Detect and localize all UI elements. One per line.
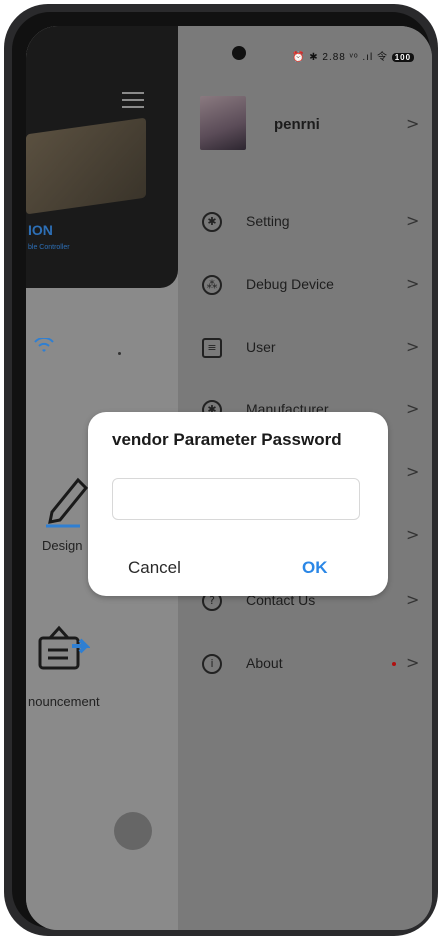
status-dot xyxy=(118,352,121,355)
screen: ION ble Controller Design nouncement ⏰ ✱… xyxy=(26,26,432,930)
ok-button[interactable]: OK xyxy=(302,558,328,578)
announcement-icon[interactable] xyxy=(36,624,91,672)
phone-bezel: ION ble Controller Design nouncement ⏰ ✱… xyxy=(12,12,432,930)
drawer-item-label: About xyxy=(246,655,283,671)
drawer-item-debug-device[interactable]: ⁂ Debug Device > xyxy=(202,274,419,305)
main-app-header: ION ble Controller xyxy=(26,26,178,288)
user-icon: ≡ xyxy=(202,338,222,358)
gear-icon: ✱ xyxy=(202,212,222,232)
password-dialog: vendor Parameter Password Cancel OK xyxy=(88,412,388,596)
chevron-right-icon: > xyxy=(406,337,420,356)
notification-dot xyxy=(392,662,396,666)
chevron-right-icon: > xyxy=(406,462,420,481)
header-image xyxy=(26,117,146,215)
drawer-item-label: User xyxy=(246,339,276,355)
status-icons: ⏰ ✱ 2.88 ᵛᵒ .ıl 令 xyxy=(292,52,388,63)
password-input[interactable] xyxy=(112,478,360,520)
status-bar: ⏰ ✱ 2.88 ᵛᵒ .ıl 令 100 xyxy=(292,48,415,63)
chevron-right-icon: > xyxy=(406,653,420,672)
cancel-button[interactable]: Cancel xyxy=(128,558,181,578)
hamburger-menu-icon[interactable] xyxy=(122,92,144,108)
chevron-right-icon: > xyxy=(406,525,420,544)
floating-action-button[interactable] xyxy=(114,812,152,850)
wifi-icon xyxy=(34,336,54,359)
announcement-label: nouncement xyxy=(28,694,100,709)
design-label: Design xyxy=(42,538,83,553)
drawer-item-user[interactable]: ≡ User > xyxy=(202,337,419,368)
chevron-right-icon: > xyxy=(406,590,420,609)
profile-chevron-icon[interactable]: > xyxy=(406,114,419,133)
pen-icon[interactable] xyxy=(44,474,89,528)
dialog-title: vendor Parameter Password xyxy=(112,430,342,449)
chevron-right-icon: > xyxy=(406,274,420,293)
chevron-right-icon: > xyxy=(406,399,420,418)
drawer-item-setting[interactable]: ✱ Setting > xyxy=(202,211,419,242)
front-camera xyxy=(232,46,246,60)
avatar[interactable] xyxy=(200,96,246,150)
drawer-item-label: Debug Device xyxy=(246,276,334,292)
battery-icon: 100 xyxy=(391,53,415,62)
debug-icon: ⁂ xyxy=(202,275,222,295)
chevron-right-icon: > xyxy=(406,211,420,230)
phone-frame: ION ble Controller Design nouncement ⏰ ✱… xyxy=(4,4,438,936)
drawer-item-label: Setting xyxy=(246,213,290,229)
username[interactable]: penrni xyxy=(274,116,320,133)
brand-title: ION xyxy=(28,222,53,238)
drawer-item-about[interactable]: i About > xyxy=(202,653,419,684)
brand-subtitle: ble Controller xyxy=(28,244,70,251)
info-icon: i xyxy=(202,654,222,674)
